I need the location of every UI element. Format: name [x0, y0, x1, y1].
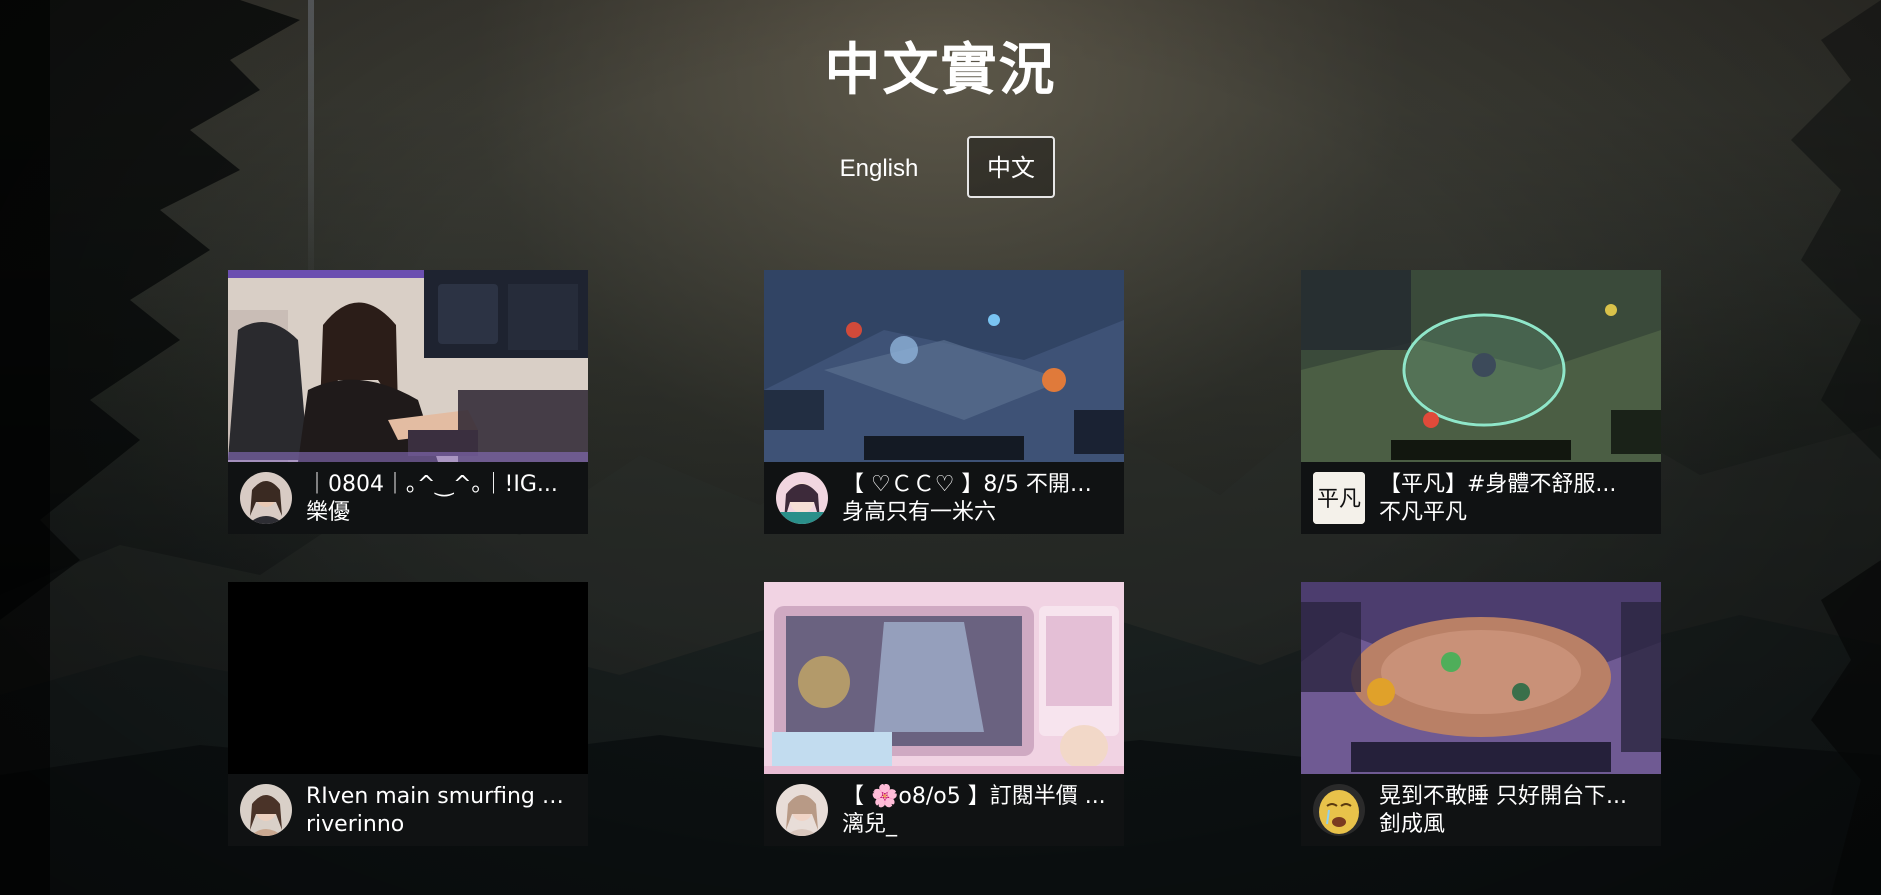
- language-english-button[interactable]: English: [825, 136, 933, 198]
- game-thumbnail-image: [1301, 582, 1661, 774]
- blank-thumbnail-image: [228, 582, 588, 774]
- stream-title[interactable]: RIven main smurfing 39...: [306, 784, 576, 810]
- stream-card[interactable]: RIven main smurfing 39... riverinno: [228, 582, 588, 846]
- streamer-name[interactable]: 漓兒_: [842, 812, 1112, 838]
- stream-info: 【 ♡ＣＣ♡ 】8/5 不開心... 身高只有一米六: [764, 462, 1124, 534]
- streamer-avatar: [776, 472, 828, 524]
- streamer-name[interactable]: 身高只有一米六: [842, 500, 1112, 526]
- overlay-thumbnail-image: [764, 582, 1124, 774]
- avatar-photo-icon: [240, 784, 292, 836]
- page-content: 中文實況 English 中文 ｜0804｜｡^‿^｡｜!IG... 樂優 【 …: [0, 0, 1881, 895]
- stream-thumbnail[interactable]: [1301, 582, 1661, 774]
- stream-title[interactable]: 【平凡】#身體不舒服...: [1379, 472, 1649, 498]
- streamer-name[interactable]: 不凡平凡: [1379, 500, 1649, 526]
- avatar-photo-icon: [240, 472, 292, 524]
- stream-title[interactable]: 【 🌸o8/o5 】訂閱半價 ...: [842, 784, 1112, 810]
- avatar-crying-face-icon: [1313, 784, 1365, 836]
- stream-title[interactable]: ｜0804｜｡^‿^｡｜!IG...: [306, 472, 576, 498]
- stream-thumbnail[interactable]: [1301, 270, 1661, 462]
- streamer-avatar: [1313, 784, 1365, 836]
- language-switch: English 中文: [0, 136, 1881, 200]
- stream-card[interactable]: 平凡 【平凡】#身體不舒服... 不凡平凡: [1301, 270, 1661, 534]
- avatar-anime-icon: [776, 472, 828, 524]
- avatar-text-logo-icon: 平凡: [1313, 472, 1365, 524]
- page-title: 中文實況: [824, 38, 1057, 103]
- stream-info: 【 🌸o8/o5 】訂閱半價 ... 漓兒_: [764, 774, 1124, 846]
- stream-thumbnail[interactable]: [228, 582, 588, 774]
- avatar-text: 平凡: [1317, 487, 1361, 512]
- stream-info: 平凡 【平凡】#身體不舒服... 不凡平凡: [1301, 462, 1661, 534]
- streamer-name[interactable]: 樂優: [306, 500, 576, 526]
- stream-title[interactable]: 晃到不敢睡 只好開台下...: [1379, 784, 1649, 810]
- stream-card[interactable]: 【 🌸o8/o5 】訂閱半價 ... 漓兒_: [764, 582, 1124, 846]
- stream-thumbnail[interactable]: [764, 582, 1124, 774]
- game-thumbnail-image: [1301, 270, 1661, 462]
- streamer-avatar: [240, 784, 292, 836]
- streamer-avatar: [776, 784, 828, 836]
- streamer-name[interactable]: 釗成風: [1379, 812, 1649, 838]
- game-thumbnail-image: [764, 270, 1124, 462]
- streamer-avatar: 平凡: [1313, 472, 1365, 524]
- stream-card[interactable]: 【 ♡ＣＣ♡ 】8/5 不開心... 身高只有一米六: [764, 270, 1124, 534]
- webcam-thumbnail-image: [228, 270, 588, 462]
- stream-thumbnail[interactable]: [764, 270, 1124, 462]
- avatar-photo-icon: [776, 784, 828, 836]
- stream-info: 晃到不敢睡 只好開台下... 釗成風: [1301, 774, 1661, 846]
- stream-info: RIven main smurfing 39... riverinno: [228, 774, 588, 846]
- stream-info: ｜0804｜｡^‿^｡｜!IG... 樂優: [228, 462, 588, 534]
- streamer-name[interactable]: riverinno: [306, 812, 576, 838]
- stream-card[interactable]: 晃到不敢睡 只好開台下... 釗成風: [1301, 582, 1661, 846]
- stream-card[interactable]: ｜0804｜｡^‿^｡｜!IG... 樂優: [228, 270, 588, 534]
- language-chinese-button[interactable]: 中文: [967, 136, 1055, 198]
- streamer-avatar: [240, 472, 292, 524]
- stream-thumbnail[interactable]: [228, 270, 588, 462]
- stream-title[interactable]: 【 ♡ＣＣ♡ 】8/5 不開心...: [842, 472, 1112, 498]
